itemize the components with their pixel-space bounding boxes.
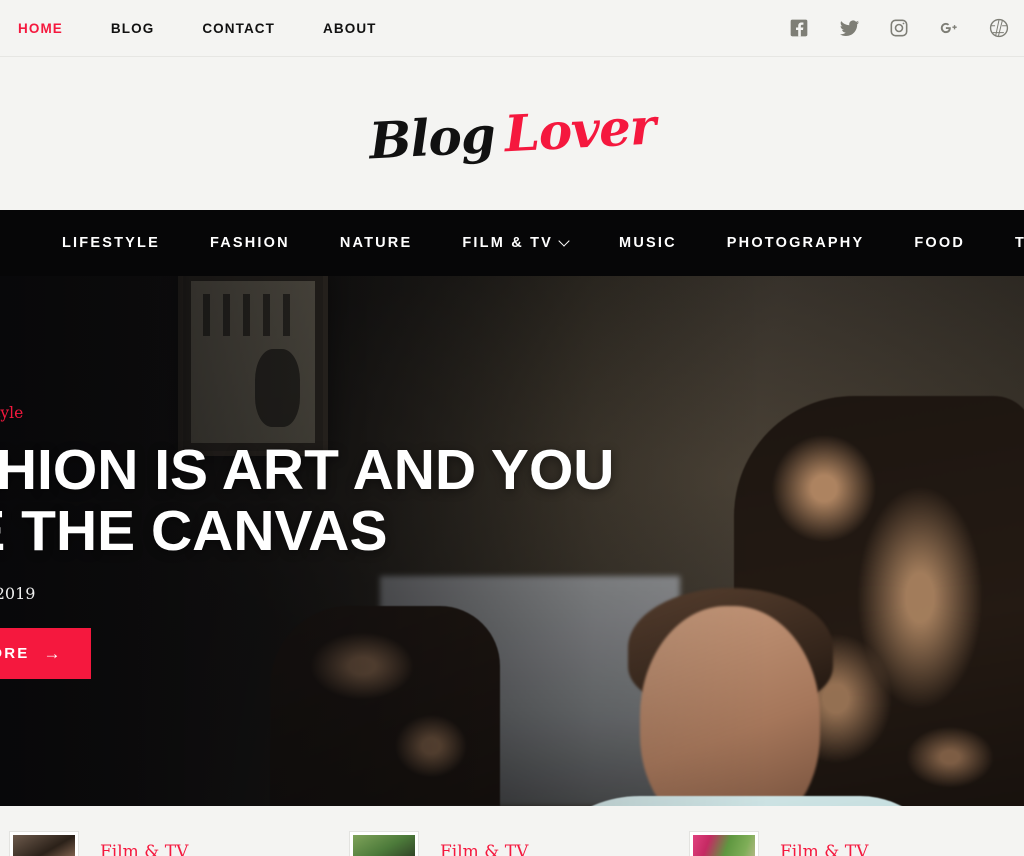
nav-item-food-label: FOOD [914, 235, 965, 251]
hero-category-links: Fashion, Lifestyle [0, 404, 645, 422]
nav-item-film-tv[interactable]: FILM & TV [462, 235, 569, 251]
nav-item-nature-label: NATURE [339, 235, 413, 251]
list-item[interactable]: Film & TV [10, 832, 188, 856]
topnav-item-about[interactable]: ABOUT [323, 21, 377, 36]
nav-item-technology[interactable]: TECHNOLOGY [1015, 235, 1024, 251]
hero-category-label[interactable]: Fashion, Lifestyle [0, 404, 23, 422]
hero-date: February 26, 2019 [0, 584, 36, 603]
nav-item-technology-label: TECHNOLOGY [1015, 235, 1024, 251]
social-links [788, 17, 1024, 39]
list-item[interactable]: Film & TV [690, 832, 868, 856]
know-more-label: KNOW MORE [0, 645, 30, 662]
twitter-icon[interactable] [838, 17, 860, 39]
know-more-button[interactable]: KNOW MORE → [0, 628, 91, 679]
card-thumbnail[interactable] [690, 832, 758, 856]
hero-title[interactable]: FASHION IS ART AND YOU ARE THE CANVAS [0, 440, 645, 562]
card-thumbnail[interactable] [350, 832, 418, 856]
arrow-right-icon: → [43, 644, 63, 663]
top-navigation: HOME BLOG CONTACT ABOUT [0, 21, 425, 36]
card-category-label[interactable]: Film & TV [780, 832, 868, 856]
topnav-item-contact[interactable]: CONTACT [202, 21, 275, 36]
logo-accent-text: Lover [502, 96, 657, 163]
nav-item-lifestyle-label: LIFESTYLE [62, 235, 160, 251]
nav-item-nature[interactable]: NATURE [340, 235, 413, 251]
nav-item-photography-label: PHOTOGRAPHY [726, 235, 865, 251]
logo-primary-text: Blog [367, 104, 496, 170]
chevron-down-icon [560, 237, 569, 246]
card-thumbnail[interactable] [10, 832, 78, 856]
page-root: HOME BLOG CONTACT ABOUT Blog Lover LIFES… [0, 0, 1024, 856]
nav-item-film-tv-label: FILM & TV [462, 235, 554, 251]
main-navigation-bar: LIFESTYLE FASHION NATURE FILM & TV MUSIC… [0, 210, 1024, 276]
nav-item-photography[interactable]: PHOTOGRAPHY [727, 235, 865, 251]
site-logo[interactable]: Blog Lover [367, 96, 656, 170]
nav-item-music-label: MUSIC [619, 235, 677, 251]
instagram-icon[interactable] [888, 17, 910, 39]
nav-item-fashion[interactable]: FASHION [210, 235, 290, 251]
nav-item-food[interactable]: FOOD [914, 235, 965, 251]
nav-item-music[interactable]: MUSIC [619, 235, 677, 251]
nav-item-lifestyle[interactable]: LIFESTYLE [62, 235, 160, 251]
facebook-icon[interactable] [788, 17, 810, 39]
list-item[interactable]: Film & TV [350, 832, 528, 856]
card-category-label[interactable]: Film & TV [440, 832, 528, 856]
nav-item-fashion-label: FASHION [209, 235, 290, 251]
post-cards-strip: Film & TV Film & TV Film & TV [0, 806, 1024, 856]
card-category-label[interactable]: Film & TV [100, 832, 188, 856]
google-plus-icon[interactable] [938, 17, 960, 39]
logo-area: Blog Lover [0, 57, 1024, 210]
wordpress-icon[interactable] [988, 17, 1010, 39]
hero-slider: Fashion, Lifestyle FASHION IS ART AND YO… [0, 276, 1024, 806]
topnav-item-blog[interactable]: BLOG [111, 21, 154, 36]
topnav-item-home[interactable]: HOME [18, 21, 63, 36]
top-bar: HOME BLOG CONTACT ABOUT [0, 0, 1024, 57]
hero-content: Fashion, Lifestyle FASHION IS ART AND YO… [0, 404, 645, 679]
